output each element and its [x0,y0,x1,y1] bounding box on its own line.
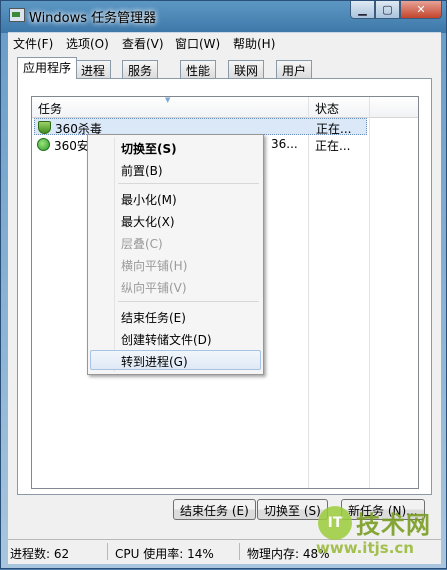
menu-item-label: 前置(B) [121,164,163,178]
watermark-brand: 技术网 [356,511,431,539]
menu-separator [118,301,259,302]
task-status: 正在... [315,139,351,153]
tab-applications[interactable]: 应用程序 [17,57,78,79]
watermark-logo-icon: IT [318,506,352,540]
tab-performance[interactable]: 性能 [180,60,217,78]
context-menu: 切换至(S) 前置(B) 最小化(M) 最大化(X) 层叠(C) 横向平铺(H)… [87,134,264,375]
tab-services[interactable]: 服务 [122,60,159,78]
column-header-status[interactable]: 状态 [315,100,339,117]
menu-item-label: 层叠(C) [121,237,163,251]
column-header-task[interactable]: 任务 [38,100,62,117]
menu-item-label: 最小化(M) [121,193,177,207]
watermark-url: www.itjs.cn [316,539,414,557]
menu-help[interactable]: 帮助(H) [233,35,275,52]
menu-item-label: 创建转储文件(D) [121,333,212,347]
task-manager-window: Windows 任务管理器 ▁ ▢ ✕ 文件(F) 选项(O) 查看(V) 窗口… [0,0,447,569]
menu-view[interactable]: 查看(V) [122,35,164,52]
menu-item-switch-to[interactable]: 切换至(S) [90,137,261,157]
menu-file[interactable]: 文件(F) [13,35,53,52]
menu-separator [118,183,259,184]
360-safe-icon [37,138,50,151]
menu-item-create-dump-file[interactable]: 创建转储文件(D) [90,328,261,348]
table-row[interactable]: 360杀毒 正在... [34,118,367,136]
menu-item-bring-to-front[interactable]: 前置(B) [90,159,261,179]
task-status: 正在... [316,122,352,136]
task-name: 360安 [54,139,89,153]
caption-buttons: ▁ ▢ ✕ [350,1,442,20]
menu-item-label: 横向平铺(H) [121,259,188,273]
menu-item-end-task[interactable]: 结束任务(E) [90,306,261,326]
menu-item-tile-horizontally: 横向平铺(H) [90,254,261,274]
menu-item-label: 切换至(S) [121,142,177,156]
menu-item-label: 转到进程(G) [121,355,188,369]
status-processes: 进程数: 62 [10,547,70,561]
menu-item-minimize[interactable]: 最小化(M) [90,188,261,208]
status-divider [107,543,108,560]
tab-processes[interactable]: 进程 [75,60,112,78]
menu-item-maximize[interactable]: 最大化(X) [90,210,261,230]
site-watermark: IT 技术网 www.itjs.cn [316,501,447,570]
menu-bar: 文件(F) 选项(O) 查看(V) 窗口(W) 帮助(H) [8,32,441,53]
menu-item-label: 最大化(X) [121,215,175,229]
close-button[interactable]: ✕ [400,1,442,19]
sort-arrow-icon: ▼ [165,96,171,104]
status-divider [239,543,240,560]
menu-options[interactable]: 选项(O) [66,35,109,52]
task-name-tail: 36... [271,137,298,151]
tab-users[interactable]: 用户 [276,60,313,78]
list-header: ▼ 任务 状态 [32,97,418,118]
menu-item-go-to-process[interactable]: 转到进程(G) [90,350,261,370]
status-cpu: CPU 使用率: 14% [115,547,214,561]
360-antivirus-icon [38,121,51,134]
menu-item-label: 结束任务(E) [121,311,186,325]
column-divider[interactable] [369,97,370,488]
menu-item-tile-vertically: 纵向平铺(V) [90,276,261,296]
end-task-button[interactable]: 结束任务 (E) [173,499,256,520]
menu-item-cascade: 层叠(C) [90,232,261,252]
tab-networking[interactable]: 联网 [228,60,265,78]
task-manager-icon [9,8,25,22]
menu-item-label: 纵向平铺(V) [121,281,187,295]
window-title: Windows 任务管理器 [29,11,157,26]
title-bar[interactable]: Windows 任务管理器 ▁ ▢ ✕ [1,1,447,32]
maximize-button[interactable]: ▢ [375,1,400,19]
minimize-button[interactable]: ▁ [350,1,375,19]
column-divider[interactable] [308,97,309,488]
menu-windows[interactable]: 窗口(W) [175,35,220,52]
